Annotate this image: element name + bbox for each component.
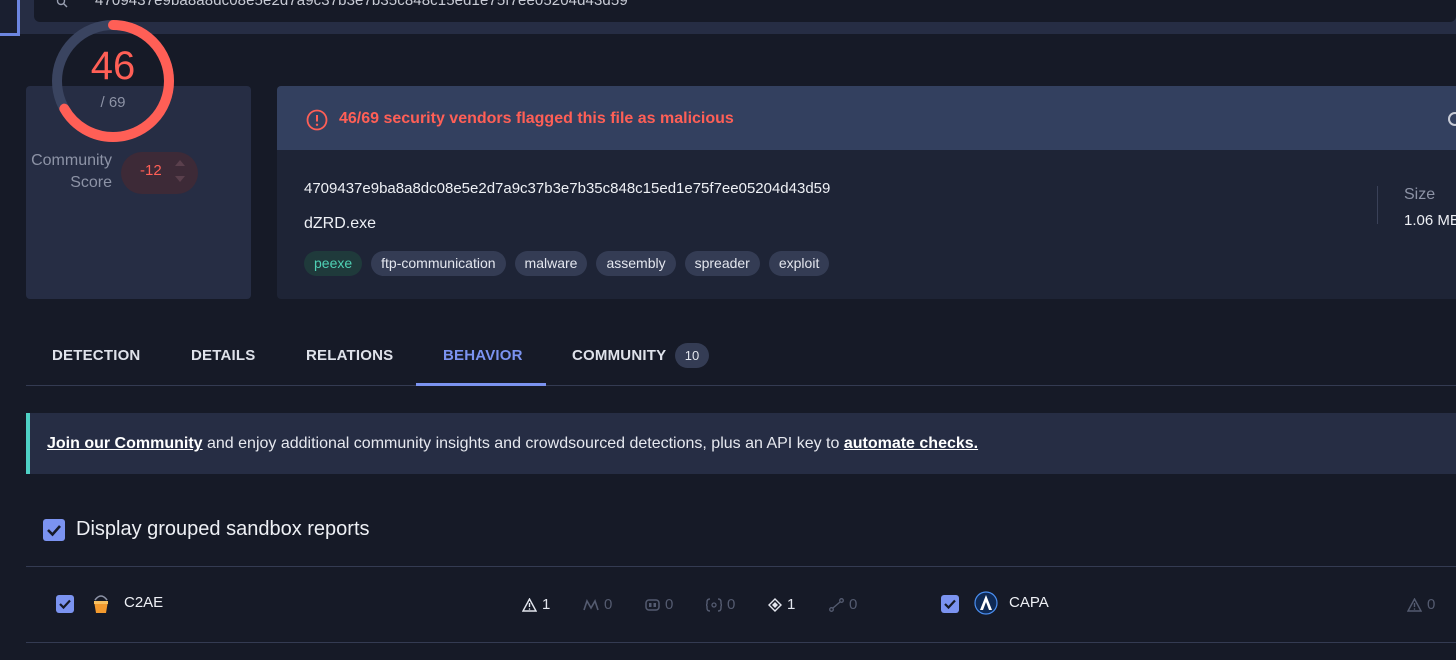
tag[interactable]: spreader <box>684 251 760 276</box>
logo-fragment[interactable] <box>0 0 20 36</box>
tag[interactable]: malware <box>514 251 588 276</box>
file-hash[interactable]: 4709437e9ba8a8dc08e5e2d7a9c37b3e7b35c848… <box>304 180 830 197</box>
stat-alerts: 1 <box>522 596 550 613</box>
join-community-link[interactable]: Join our Community <box>47 435 203 452</box>
tag[interactable]: ftp-communication <box>371 251 506 276</box>
detection-total: / 69 <box>100 94 126 111</box>
size-value: 1.06 MB <box>1404 212 1456 229</box>
stat-ids: 0 <box>645 596 673 613</box>
vote-up-icon[interactable] <box>175 160 185 166</box>
tag-list: peexe ftp-communication malware assembly… <box>304 251 830 276</box>
detection-count: 46 <box>90 44 136 88</box>
automate-checks-link[interactable]: automate checks. <box>844 435 978 452</box>
warning-icon <box>1407 597 1422 612</box>
file-name: dZRD.exe <box>304 215 377 232</box>
tab-detection[interactable]: DETECTION <box>52 347 140 364</box>
sigma-icon <box>706 597 722 612</box>
sandbox-name-c2ae: C2AE <box>124 594 164 611</box>
community-count-badge: 10 <box>675 343 709 368</box>
stat-processes: 0 <box>829 596 857 613</box>
stat-alerts: 0 <box>1407 596 1435 613</box>
network-icon <box>768 597 782 612</box>
sandbox-checkbox-c2ae[interactable] <box>56 595 74 613</box>
tab-details[interactable]: DETAILS <box>191 347 255 364</box>
community-score-value: -12 <box>140 162 162 179</box>
c2ae-logo-icon <box>94 595 108 613</box>
tab-bar: DETECTION DETAILS RELATIONS BEHAVIOR COM… <box>26 330 1456 386</box>
capa-logo-icon <box>974 591 998 615</box>
tag[interactable]: assembly <box>596 251 676 276</box>
divider <box>26 642 1456 643</box>
active-tab-indicator <box>416 383 546 386</box>
grouped-reports-label: Display grouped sandbox reports <box>76 518 370 540</box>
divider <box>26 566 1456 567</box>
alert-circle-icon <box>306 109 328 131</box>
search-input[interactable]: 4709437e9ba8a8dc08e5e2d7a9c37b3e7b35c848… <box>95 0 628 9</box>
stat-network: 1 <box>768 596 795 613</box>
refresh-icon[interactable] <box>1448 112 1456 126</box>
sandbox-name-capa: CAPA <box>1009 594 1049 611</box>
warning-icon <box>522 597 537 612</box>
tag[interactable]: exploit <box>768 251 830 276</box>
grouped-reports-checkbox[interactable] <box>43 519 65 541</box>
tag[interactable]: peexe <box>304 251 363 276</box>
process-tree-icon <box>829 597 844 612</box>
tab-behavior[interactable]: BEHAVIOR <box>443 347 523 364</box>
size-label: Size <box>1404 186 1436 203</box>
stat-mitre: 0 <box>583 596 612 613</box>
divider <box>1377 186 1378 224</box>
tab-community[interactable]: COMMUNITY <box>572 347 666 364</box>
stat-sigma: 0 <box>706 596 735 613</box>
sandbox-checkbox-capa[interactable] <box>941 595 959 613</box>
community-score-label: Community Score <box>31 152 112 191</box>
tab-relations[interactable]: RELATIONS <box>306 347 393 364</box>
banner-text: Join our Community and enjoy additional … <box>47 435 979 452</box>
alert-text: 46/69 security vendors flagged this file… <box>339 110 734 127</box>
mitre-icon <box>583 598 599 610</box>
vote-down-icon[interactable] <box>175 176 185 182</box>
search-icon[interactable] <box>56 0 70 8</box>
ids-icon <box>645 599 660 611</box>
